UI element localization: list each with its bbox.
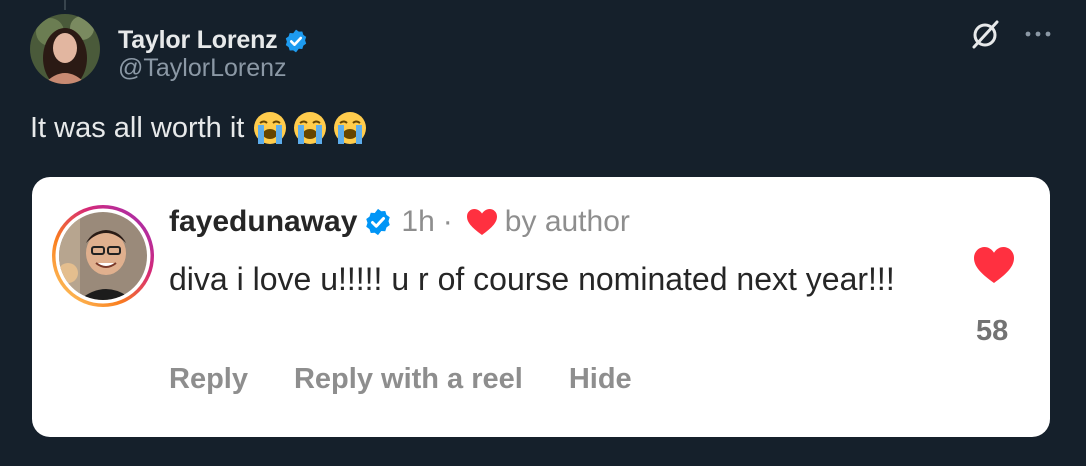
- like-heart-icon[interactable]: [972, 245, 1016, 285]
- name-row: Taylor Lorenz: [118, 26, 309, 55]
- grok-icon[interactable]: [970, 18, 1002, 50]
- loudly-crying-face-icon: [254, 112, 287, 144]
- liked-by-author-label: by author: [504, 205, 630, 238]
- user-handle[interactable]: @TaylorLorenz: [118, 54, 287, 83]
- reply-with-reel-button[interactable]: Reply with a reel: [294, 363, 523, 396]
- tweet-header: Taylor Lorenz @TaylorLorenz: [30, 14, 1060, 94]
- commenter-avatar[interactable]: [50, 203, 156, 309]
- loudly-crying-face-icon: [334, 112, 367, 144]
- emoji-group: [244, 110, 368, 146]
- hide-button[interactable]: Hide: [569, 363, 632, 396]
- reply-button[interactable]: Reply: [169, 363, 248, 396]
- comment-text: diva i love u!!!!! u r of course nominat…: [169, 261, 895, 297]
- meta-separator: ·: [442, 205, 453, 238]
- author-liked-heart-icon: [466, 209, 497, 235]
- comment-meta: fayedunaway 1h · by author: [169, 205, 630, 239]
- more-options-icon[interactable]: [1018, 18, 1058, 50]
- like-count: 58: [976, 315, 1009, 347]
- display-name[interactable]: Taylor Lorenz: [118, 26, 278, 55]
- avatar[interactable]: [30, 14, 100, 84]
- verified-badge-icon: [366, 208, 391, 236]
- tweet-text: It was all worth it: [30, 110, 368, 146]
- instagram-comment-card[interactable]: fayedunaway 1h · by author diva i love u…: [32, 177, 1050, 437]
- comment-actions: Reply Reply with a reel Hide: [169, 363, 678, 396]
- commenter-username[interactable]: fayedunaway: [169, 205, 357, 239]
- comment-timestamp: 1h: [401, 205, 435, 238]
- loudly-crying-face-icon: [294, 112, 327, 144]
- tweet-text-content: It was all worth it: [30, 111, 245, 144]
- verified-badge-icon: [286, 29, 307, 52]
- thread-line: [64, 0, 66, 10]
